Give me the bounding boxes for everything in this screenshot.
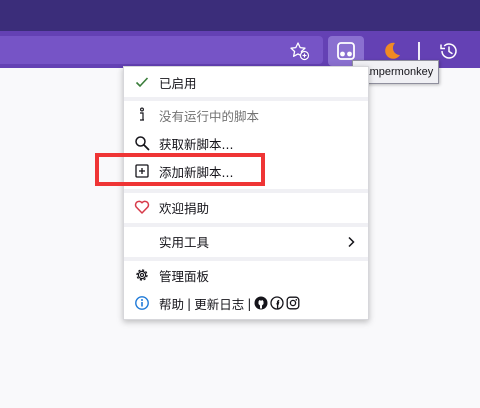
- history-icon[interactable]: [437, 39, 461, 63]
- info-i-icon: [134, 107, 150, 123]
- menu-item-utilities[interactable]: 实用工具: [124, 227, 368, 255]
- menu-item-dashboard[interactable]: 管理面板: [124, 261, 368, 289]
- search-icon: [134, 135, 150, 151]
- changelog-link[interactable]: 更新日志: [194, 294, 244, 313]
- info-circle-icon: [134, 295, 150, 311]
- help-link[interactable]: 帮助: [159, 294, 184, 313]
- bookmark-star-icon[interactable]: [288, 39, 312, 63]
- menu-item-no-running-scripts: 没有运行中的脚本: [124, 101, 368, 129]
- menu-item-help-row: 帮助 | 更新日志 |: [124, 289, 368, 317]
- help-separator: |: [187, 295, 192, 311]
- github-icon[interactable]: [254, 296, 268, 310]
- menu-item-label: 没有运行中的脚本: [159, 108, 260, 124]
- menu-item-label: 欢迎捐助: [159, 200, 210, 216]
- toolbar-separator: [418, 42, 420, 60]
- menu-item-enabled[interactable]: 已启用: [124, 68, 368, 96]
- url-bar[interactable]: [0, 36, 323, 64]
- menu-item-label: 获取新脚本...: [159, 136, 234, 152]
- checkmark-icon: [134, 74, 150, 90]
- menu-item-label: 管理面板: [159, 268, 210, 284]
- changelog-separator: |: [247, 295, 252, 311]
- menu-item-label: 已启用: [159, 75, 197, 91]
- instagram-icon[interactable]: [286, 296, 300, 310]
- tampermonkey-menu: 已启用 没有运行中的脚本 获取新脚本... 添加新脚本... 欢迎捐助 实用工具…: [123, 66, 369, 320]
- window-titlebar: [0, 0, 480, 31]
- facebook-icon[interactable]: [270, 296, 285, 310]
- heart-icon: [134, 199, 150, 215]
- menu-item-label: 实用工具: [159, 234, 210, 250]
- chevron-right-icon: [346, 234, 356, 248]
- highlight-box: [95, 153, 265, 186]
- gear-icon: [134, 267, 150, 283]
- menu-item-donate[interactable]: 欢迎捐助: [124, 193, 368, 221]
